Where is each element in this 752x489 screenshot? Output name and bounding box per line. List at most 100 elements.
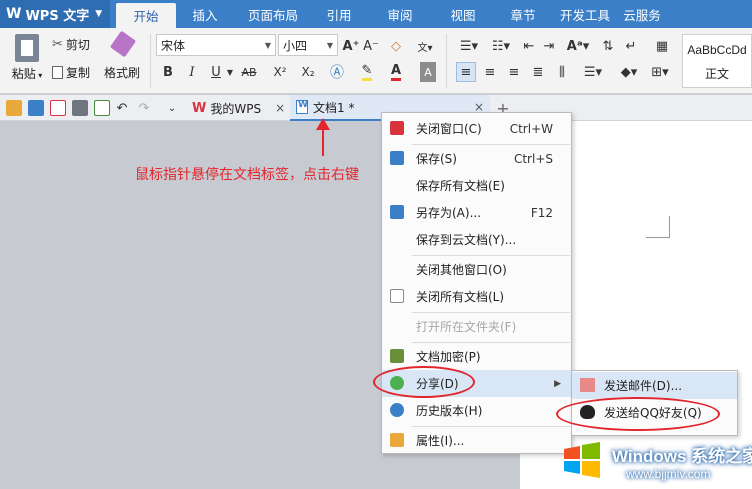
- shrink-font-icon[interactable]: A⁻: [363, 36, 379, 56]
- save-as-icon: [390, 205, 404, 219]
- title-bar: W WPS 文字 ▼ 开始 插入 页面布局 引用 审阅 视图 章节 开发工具 云…: [0, 0, 752, 28]
- menu-item-close-others[interactable]: 关闭其他窗口(O): [382, 256, 571, 283]
- strikethrough-button[interactable]: AB: [238, 62, 260, 82]
- font-size-value: 小四: [283, 38, 308, 53]
- copy-button[interactable]: 复制: [52, 64, 90, 81]
- bullets-icon[interactable]: ☰▾: [454, 36, 484, 56]
- line-spacing-icon[interactable]: ☰▾: [578, 62, 608, 82]
- tab-home[interactable]: 开始: [116, 3, 176, 28]
- grow-font-icon[interactable]: A⁺: [343, 36, 360, 56]
- divider: [150, 34, 151, 88]
- watermark: Windows 系统之家 www.bjjmlv.com: [556, 434, 752, 489]
- menu-item-label: 关闭其他窗口(O): [416, 263, 507, 277]
- chevron-right-icon: ▶: [554, 378, 561, 389]
- ribbon: 粘贴 ▾ ✂ 剪切 复制 格式刷 宋体 ▼ 小四 ▼ A⁺ A⁻ ◇ 文▾ B …: [0, 28, 752, 94]
- tab-page-layout[interactable]: 页面布局: [234, 0, 312, 28]
- font-size-select[interactable]: 小四 ▼: [278, 34, 338, 56]
- borders-icon[interactable]: ⊞▾: [648, 62, 672, 82]
- tab-cloud[interactable]: 云服务: [616, 0, 668, 28]
- margin-marker: [646, 216, 670, 238]
- print-icon[interactable]: [72, 100, 88, 116]
- phonetic-icon[interactable]: 文▾: [412, 36, 438, 56]
- table-grid-icon[interactable]: ▦: [652, 36, 672, 56]
- tab-developer[interactable]: 开发工具: [554, 0, 616, 28]
- menu-item-save[interactable]: 保存(S) Ctrl+S: [382, 145, 571, 172]
- customize-toolbar-icon[interactable]: ⌄: [164, 98, 180, 118]
- tab-references[interactable]: 引用: [312, 0, 366, 28]
- numbering-icon[interactable]: ☷▾: [486, 36, 516, 56]
- font-color-label: A: [390, 63, 402, 81]
- text-effect-icon[interactable]: Ⓐ: [328, 62, 346, 82]
- save-icon[interactable]: [28, 100, 44, 116]
- tab-review[interactable]: 审阅: [366, 0, 434, 28]
- align-center-icon[interactable]: ≡: [480, 62, 500, 82]
- menu-item-label: 历史版本(H): [416, 404, 483, 418]
- doc-tab-label: 文档1 *: [313, 100, 355, 115]
- tab-chapter[interactable]: 章节: [492, 0, 554, 28]
- decrease-indent-icon[interactable]: ⇤: [520, 36, 538, 56]
- tab-insert[interactable]: 插入: [176, 0, 234, 28]
- submenu-item-label: 发送邮件(D)...: [604, 379, 683, 393]
- close-window-icon: [390, 121, 404, 135]
- menu-item-properties[interactable]: 属性(I)...: [382, 427, 571, 454]
- shading-icon[interactable]: ◆▾: [614, 62, 644, 82]
- menu-item-shortcut: Ctrl+W: [509, 121, 553, 136]
- distributed-icon[interactable]: ⫼: [552, 62, 572, 82]
- menu-item-close-window[interactable]: 关闭窗口(C) Ctrl+W: [382, 115, 571, 142]
- format-painter-button[interactable]: 格式刷: [104, 64, 140, 81]
- print-preview-icon[interactable]: [94, 100, 110, 116]
- close-icon[interactable]: ×: [275, 101, 285, 115]
- chevron-down-icon: ▼: [326, 41, 333, 50]
- subscript-button[interactable]: X₂: [298, 62, 318, 82]
- justify-icon[interactable]: ≣: [528, 62, 548, 82]
- char-shading-icon[interactable]: A: [420, 62, 436, 82]
- increase-indent-icon[interactable]: ⇥: [540, 36, 558, 56]
- underline-button[interactable]: U: [208, 62, 224, 82]
- style-normal[interactable]: AaBbCcDd 正文: [682, 34, 752, 88]
- menu-item-label: 保存所有文档(E): [416, 179, 505, 193]
- align-left-icon[interactable]: ≡: [456, 62, 476, 82]
- menu-item-label: 保存(S): [416, 152, 457, 166]
- highlight-ellipse-qq: [556, 397, 720, 431]
- menu-item-save-cloud[interactable]: 保存到云文档(Y)...: [382, 226, 571, 253]
- menu-item-label: 关闭窗口(C): [416, 122, 482, 136]
- align-right-icon[interactable]: ≡: [504, 62, 524, 82]
- font-name-select[interactable]: 宋体 ▼: [156, 34, 276, 56]
- cut-button[interactable]: ✂ 剪切: [52, 36, 90, 53]
- tab-my-wps[interactable]: W 我的WPS ×: [188, 95, 290, 121]
- menu-item-close-all[interactable]: 关闭所有文档(L): [382, 283, 571, 310]
- superscript-button[interactable]: X²: [270, 62, 290, 82]
- open-folder-icon[interactable]: [6, 100, 22, 116]
- watermark-title: Windows 系统之家: [612, 447, 752, 466]
- highlight-ellipse-share: [373, 366, 475, 398]
- menu-item-label: 打开所在文件夹(F): [416, 320, 517, 334]
- chevron-down-icon: ▼: [95, 9, 103, 19]
- menu-item-history[interactable]: 历史版本(H): [382, 397, 571, 424]
- tab-view[interactable]: 视图: [434, 0, 492, 28]
- format-painter-icon: [106, 30, 140, 58]
- show-marks-icon[interactable]: ↵: [622, 36, 640, 56]
- bold-button[interactable]: B: [160, 62, 176, 82]
- style-name: 正文: [704, 67, 729, 81]
- paste-button[interactable]: 粘贴 ▾: [10, 32, 44, 82]
- highlight-icon[interactable]: ✎: [356, 62, 378, 82]
- menu-item-open-folder[interactable]: 打开所在文件夹(F): [382, 313, 571, 340]
- cut-label: 剪切: [65, 38, 90, 52]
- clear-format-icon[interactable]: ◇: [388, 36, 404, 56]
- app-name: WPS 文字: [25, 8, 90, 24]
- paste-label: 粘贴: [11, 67, 36, 81]
- font-color-button[interactable]: A: [388, 62, 404, 82]
- chevron-down-icon[interactable]: ▼: [226, 62, 234, 82]
- redo-icon[interactable]: ↷: [136, 98, 152, 118]
- italic-button[interactable]: I: [184, 62, 200, 82]
- app-menu-button[interactable]: W WPS 文字 ▼: [0, 0, 110, 28]
- sort-icon[interactable]: ⇅: [598, 36, 618, 56]
- change-case-icon[interactable]: Aᵃ▾: [562, 36, 594, 56]
- export-pdf-icon[interactable]: [50, 100, 66, 116]
- clipboard-icon: [15, 34, 39, 62]
- undo-icon[interactable]: ↶: [114, 98, 130, 118]
- submenu-item-send-mail[interactable]: 发送邮件(D)...: [572, 372, 737, 399]
- menu-item-save-all[interactable]: 保存所有文档(E): [382, 172, 571, 199]
- menu-item-label: 属性(I)...: [416, 434, 465, 448]
- menu-item-save-as[interactable]: 另存为(A)... F12: [382, 199, 571, 226]
